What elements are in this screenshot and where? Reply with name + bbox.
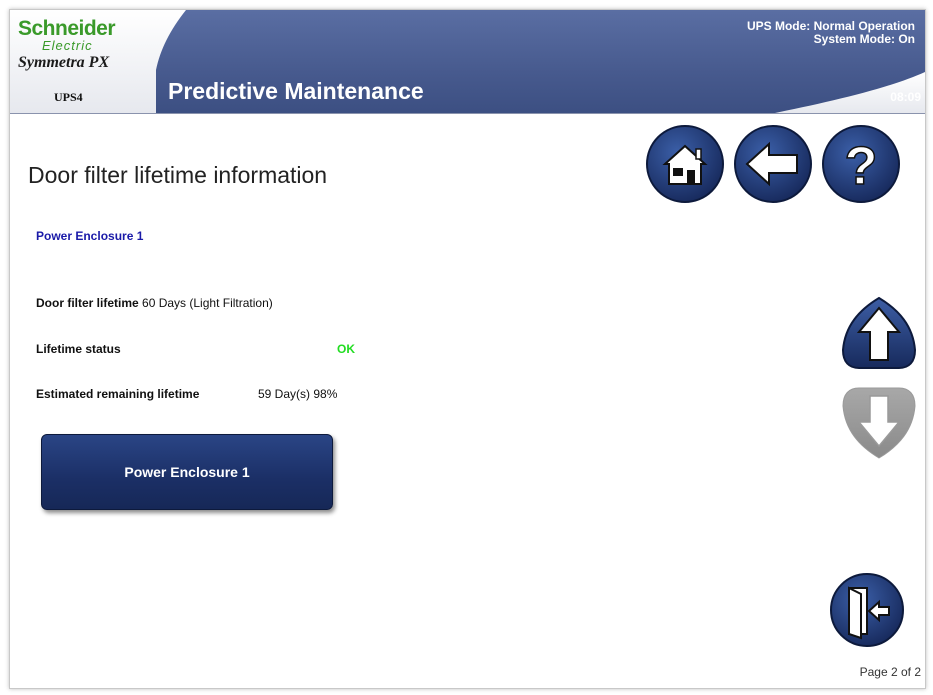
home-button[interactable] — [645, 124, 725, 209]
system-mode-text: System Mode: On — [813, 32, 915, 46]
power-enclosure-button[interactable]: Power Enclosure 1 — [41, 434, 333, 510]
arrow-down-icon — [842, 387, 916, 459]
section-heading: Power Enclosure 1 — [36, 229, 144, 243]
brand-subname: Electric — [42, 38, 93, 53]
home-icon — [646, 125, 724, 203]
page-title: Door filter lifetime information — [28, 162, 328, 188]
row-door-filter-lifetime: Door filter lifetime 60 Days (Light Filt… — [36, 296, 273, 310]
status-block: UPS Mode: Normal Operation System Mode: … — [747, 20, 915, 46]
exit-door-icon — [830, 573, 904, 647]
remaining-value: 59 Day(s) 98% — [258, 387, 338, 401]
help-button[interactable]: ? — [821, 124, 901, 209]
row-label: Lifetime status — [36, 342, 121, 356]
scroll-up-button[interactable] — [839, 296, 919, 377]
row-value: 60 Days (Light Filtration) — [142, 296, 273, 310]
header-bar: Schneider Electric Symmetra PX UPS4 Pred… — [10, 10, 925, 114]
page-indicator: Page 2 of 2 — [859, 665, 921, 679]
product-name: Symmetra PX — [18, 54, 110, 71]
status-ok-value: OK — [337, 342, 355, 356]
scroll-down-button[interactable] — [839, 386, 919, 467]
back-arrow-icon — [734, 125, 812, 203]
brand-name: Schneider — [18, 17, 116, 40]
back-button[interactable] — [733, 124, 813, 209]
row-lifetime-status: Lifetime status — [36, 342, 121, 356]
row-estimated-remaining: Estimated remaining lifetime — [36, 387, 199, 401]
clock: 08:09 — [890, 90, 921, 104]
arrow-up-icon — [841, 296, 917, 369]
schneider-logo: Schneider Electric — [18, 17, 158, 54]
row-label: Estimated remaining lifetime — [36, 387, 200, 401]
app-window: Schneider Electric Symmetra PX UPS4 Pred… — [9, 9, 926, 689]
ups-identifier: UPS4 — [54, 90, 83, 104]
page-heading: Predictive Maintenance — [168, 78, 424, 104]
svg-text:?: ? — [845, 136, 878, 196]
exit-button[interactable] — [829, 572, 905, 653]
help-icon: ? — [822, 125, 900, 203]
row-label: Door filter lifetime — [36, 296, 139, 310]
